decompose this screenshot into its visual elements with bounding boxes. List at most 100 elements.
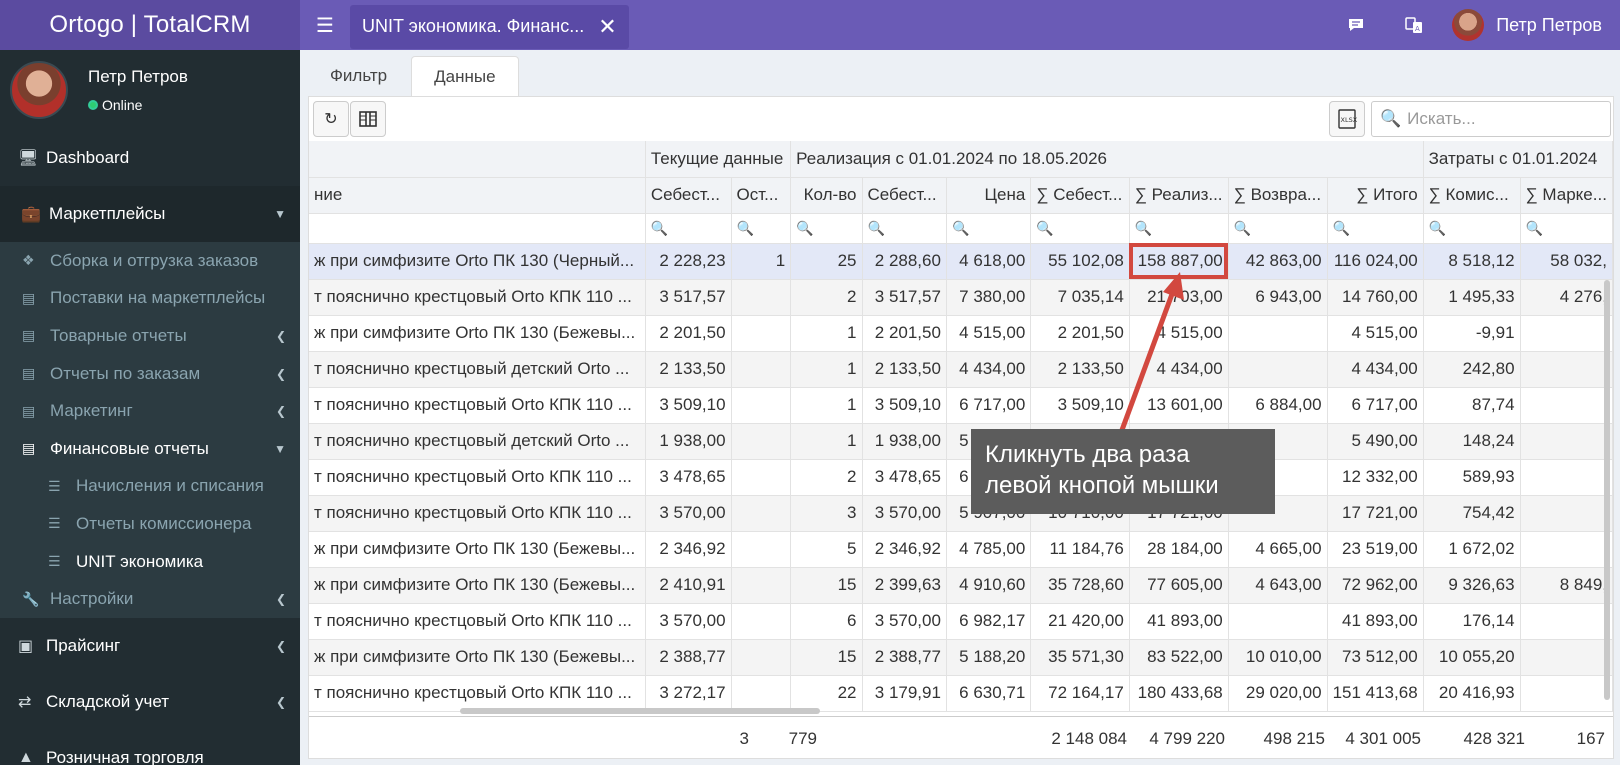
sidebar-item-dashboard[interactable]: 🖥 Dashboard	[0, 130, 300, 186]
table-cell[interactable]: 77 605,00	[1129, 567, 1229, 604]
product-name-cell[interactable]: т пояснично крестцовый детский Orto ...	[309, 423, 646, 460]
table-cell[interactable]: 2 133,50	[645, 351, 732, 388]
table-cell[interactable]: 1 938,00	[862, 423, 947, 460]
table-cell[interactable]: -9,91	[1423, 315, 1521, 352]
product-name-cell[interactable]: т пояснично крестцовый Orto КПК 110 ...	[309, 387, 646, 424]
table-row[interactable]: т пояснично крестцовый детский Orto ... 1…	[309, 423, 1613, 460]
table-cell[interactable]	[731, 639, 792, 676]
column-header[interactable]: ∑ Себест...	[1030, 177, 1130, 214]
column-header[interactable]: ∑ Реализ...	[1129, 177, 1229, 214]
filter-cell[interactable]: 🔍	[731, 213, 792, 244]
product-name-cell[interactable]: т пояснично крестцовый Orto КПК 110 ...	[309, 675, 646, 712]
table-cell[interactable]: 21 420,00	[1030, 603, 1130, 640]
table-row[interactable]: ж при симфизите Orto ПК 130 (Бежевы... 2 …	[309, 639, 1613, 676]
table-cell[interactable]: 176,14	[1423, 603, 1521, 640]
column-header[interactable]: Цена	[946, 177, 1032, 214]
sidebar-item-order-reports[interactable]: ▤ Отчеты по заказам ❮	[0, 355, 300, 393]
table-cell[interactable]	[1520, 423, 1613, 460]
table-cell[interactable]: 242,80	[1423, 351, 1521, 388]
table-cell[interactable]: 20 416,93	[1423, 675, 1521, 712]
table-cell[interactable]: 28 184,00	[1129, 531, 1229, 568]
table-cell[interactable]: 4 434,00	[946, 351, 1032, 388]
table-row[interactable]: т пояснично крестцовый Orto КПК 110 ... 3…	[309, 387, 1613, 424]
search-icon[interactable]: 🔍	[1526, 220, 1543, 236]
table-cell[interactable]: 5 188,20	[946, 639, 1032, 676]
table-cell[interactable]: 87,74	[1423, 387, 1521, 424]
table-cell[interactable]: 8 518,12	[1423, 243, 1521, 280]
table-cell[interactable]: 3 509,10	[1030, 387, 1130, 424]
table-cell[interactable]: 2 346,92	[645, 531, 732, 568]
table-cell[interactable]	[731, 459, 792, 496]
table-cell[interactable]: 41 893,00	[1129, 603, 1229, 640]
table-cell[interactable]: 9 326,63	[1423, 567, 1521, 604]
table-cell[interactable]: 15	[790, 639, 863, 676]
table-cell[interactable]: 7 380,00	[946, 279, 1032, 316]
table-cell[interactable]: 2 346,92	[862, 531, 947, 568]
table-cell[interactable]: 2 399,63	[862, 567, 947, 604]
table-cell[interactable]: 4 434,00	[1327, 351, 1424, 388]
table-cell[interactable]: 158 887,00	[1129, 243, 1229, 280]
table-cell[interactable]: 4 515,00	[1327, 315, 1424, 352]
table-cell[interactable]: 151 413,68	[1327, 675, 1424, 712]
sidebar-item-accruals[interactable]: ☰ Начисления и списания	[0, 468, 300, 506]
table-cell[interactable]: 4 910,60	[946, 567, 1032, 604]
product-name-cell[interactable]: т пояснично крестцовый Orto КПК 110 ...	[309, 603, 646, 640]
table-cell[interactable]: 1	[731, 243, 792, 280]
translate-icon[interactable]: A	[1394, 0, 1434, 50]
export-xlsx-button[interactable]: XLSX	[1329, 101, 1365, 137]
product-name-cell[interactable]: т пояснично крестцовый Orto КПК 110 ...	[309, 459, 646, 496]
sidebar-item-marketplaces[interactable]: 💼 Маркетплейсы ▼	[0, 186, 300, 242]
search-icon[interactable]: 🔍	[1135, 220, 1152, 236]
table-cell[interactable]: 3 570,00	[862, 603, 947, 640]
table-cell[interactable]: 3 509,10	[862, 387, 947, 424]
table-cell[interactable]: 5	[790, 531, 863, 568]
filter-cell[interactable]: 🔍	[946, 213, 1032, 244]
table-cell[interactable]	[731, 351, 792, 388]
table-cell[interactable]: 1	[790, 387, 863, 424]
table-cell[interactable]	[731, 387, 792, 424]
table-cell[interactable]	[731, 531, 792, 568]
column-header[interactable]: ∑ Комис...	[1423, 177, 1521, 214]
table-cell[interactable]: 754,42	[1423, 495, 1521, 532]
table-row[interactable]: т пояснично крестцовый Orto КПК 110 ... 3…	[309, 279, 1613, 316]
filter-cell[interactable]: 🔍	[862, 213, 947, 244]
filter-cell[interactable]: 🔍	[1030, 213, 1130, 244]
table-cell[interactable]: 4 665,00	[1228, 531, 1328, 568]
table-cell[interactable]: 6 884,00	[1228, 387, 1328, 424]
table-cell[interactable]: 35 571,30	[1030, 639, 1130, 676]
table-cell[interactable]: 3 570,00	[645, 495, 732, 532]
table-cell[interactable]	[731, 567, 792, 604]
search-box[interactable]: 🔍	[1371, 101, 1611, 137]
product-name-cell[interactable]: ж при симфизите Orto ПК 130 (Бежевы...	[309, 567, 646, 604]
search-icon[interactable]: 🔍	[737, 220, 754, 236]
product-name-cell[interactable]: ж при симфизите Orto ПК 130 (Черный...	[309, 243, 646, 280]
table-cell[interactable]	[1520, 495, 1613, 532]
table-cell[interactable]: 2 228,23	[645, 243, 732, 280]
table-cell[interactable]: 17 721,00	[1327, 495, 1424, 532]
product-name-cell[interactable]: т пояснично крестцовый Orto КПК 110 ...	[309, 279, 646, 316]
sidebar-item-financial-reports[interactable]: ▤ Финансовые отчеты ▼	[0, 430, 300, 468]
product-name-cell[interactable]: т пояснично крестцовый детский Orto ...	[309, 351, 646, 388]
table-row[interactable]: т пояснично крестцовый детский Orto ... 2…	[309, 351, 1613, 388]
search-icon[interactable]: 🔍	[796, 220, 813, 236]
table-cell[interactable]: 41 893,00	[1327, 603, 1424, 640]
table-cell[interactable]: 3 272,17	[645, 675, 732, 712]
table-cell[interactable]: 116 024,00	[1327, 243, 1424, 280]
table-cell[interactable]: 21 703,00	[1129, 279, 1229, 316]
refresh-button[interactable]: ↻	[313, 101, 349, 137]
table-row[interactable]: ж при симфизите Orto ПК 130 (Бежевы... 2 …	[309, 567, 1613, 604]
table-cell[interactable]: 6 717,00	[946, 387, 1032, 424]
table-cell[interactable]: 6 630,71	[946, 675, 1032, 712]
column-header[interactable]: ние	[309, 177, 646, 214]
search-icon[interactable]: 🔍	[1333, 220, 1350, 236]
table-cell[interactable]: 4 515,00	[946, 315, 1032, 352]
columns-button[interactable]	[350, 101, 386, 137]
search-icon[interactable]: 🔍	[868, 220, 885, 236]
brand-logo[interactable]: Ortogo | TotalCRM	[0, 0, 300, 50]
table-cell[interactable]: 7 035,14	[1030, 279, 1130, 316]
table-cell[interactable]: 25	[790, 243, 863, 280]
table-cell[interactable]	[1520, 531, 1613, 568]
table-cell[interactable]: 4 434,00	[1129, 351, 1229, 388]
tab-data[interactable]: Данные	[411, 56, 519, 96]
table-cell[interactable]	[731, 423, 792, 460]
